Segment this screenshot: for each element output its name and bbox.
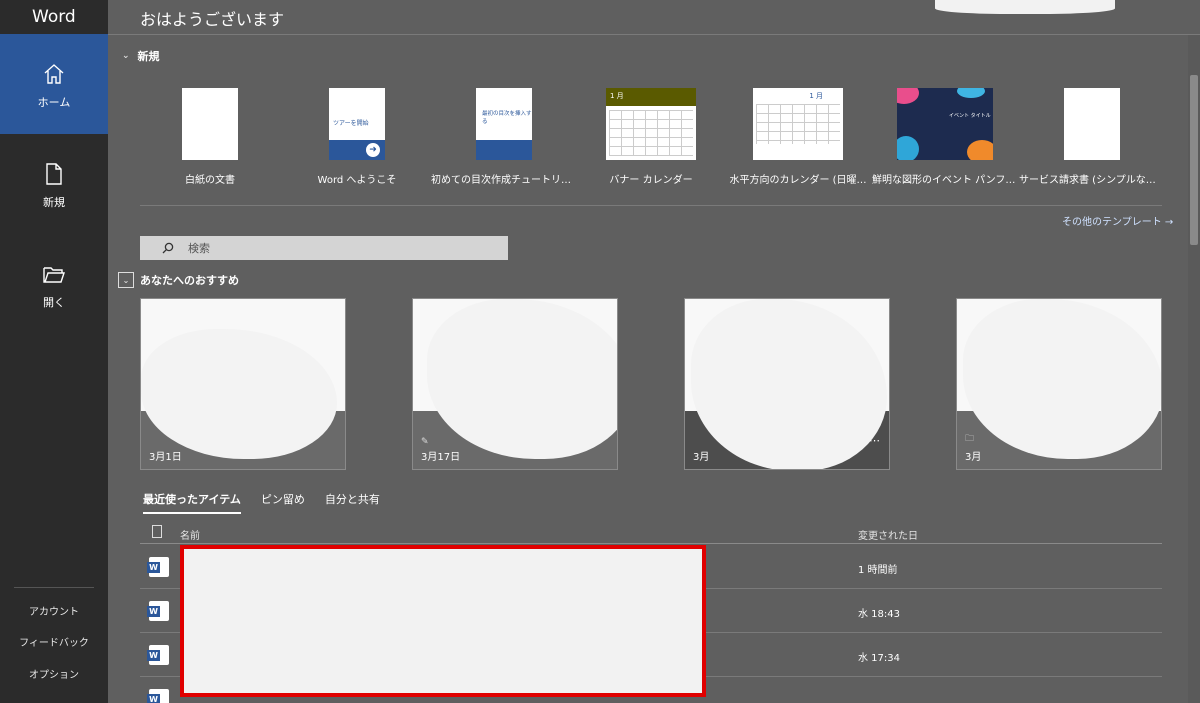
- column-modified[interactable]: 変更された日: [858, 527, 918, 542]
- file-modified: 水 17:34: [858, 653, 900, 664]
- template-label: 白紙の文書: [185, 175, 235, 186]
- template-thumb-text: 1 月: [610, 92, 624, 100]
- card-date: 3月: [693, 452, 710, 463]
- search-icon: [162, 242, 174, 254]
- file-tabs: 最近使ったアイテム ピン留め 自分と共有: [143, 491, 380, 514]
- word-file-icon: W: [147, 601, 169, 621]
- sidebar-divider: [14, 587, 94, 588]
- app-name: Word: [32, 7, 76, 27]
- template-thumbnail: ツアーを開始 ➜: [329, 88, 385, 160]
- card-date: 3月17日: [421, 452, 461, 463]
- template-banner-calendar[interactable]: 1 月 バナー カレンダー: [578, 88, 724, 186]
- redaction-scribble: [427, 299, 617, 459]
- template-service-invoice[interactable]: サービス請求書 (シンプルな線…: [1019, 88, 1165, 186]
- nav-new[interactable]: 新規: [0, 134, 108, 234]
- recommended-card[interactable]: 🗀 3月: [956, 298, 1162, 470]
- redaction-scribble: [190, 561, 672, 575]
- folder-icon: 🗀: [965, 434, 975, 444]
- calendar-grid: [756, 104, 840, 144]
- new-section-title: 新規: [137, 50, 160, 63]
- file-list-header: 名前 変更された日: [140, 520, 1162, 544]
- template-label: バナー カレンダー: [609, 175, 693, 186]
- tab-pinned[interactable]: ピン留め: [261, 491, 305, 514]
- template-thumbnail: 1 月: [606, 88, 696, 160]
- shape-blob: [967, 140, 993, 160]
- template-thumbnail: イベント タイトル: [897, 88, 993, 160]
- feedback-link[interactable]: フィードバック: [0, 634, 108, 649]
- options-link[interactable]: オプション: [0, 666, 108, 681]
- template-thumbnail: [182, 88, 238, 160]
- search-placeholder: 検索: [188, 242, 210, 255]
- template-event-brochure[interactable]: イベント タイトル 鮮明な図形のイベント パンフレ…: [872, 88, 1018, 186]
- recommended-card[interactable]: ✎ 3月17日: [412, 298, 618, 470]
- tab-shared[interactable]: 自分と共有: [325, 491, 380, 514]
- file-modified: 1 時間前: [858, 565, 898, 576]
- folder-open-icon: [43, 267, 65, 283]
- new-document-icon: [46, 163, 62, 185]
- more-options-icon[interactable]: ⋯: [869, 434, 881, 447]
- word-file-icon: W: [147, 689, 169, 703]
- chevron-down-icon: ⌄: [118, 272, 134, 288]
- file-type-icon: [152, 525, 162, 538]
- sidebar: Word ホーム 新規 開く アカウント フィードバック オプション: [0, 0, 108, 703]
- shape-blob: [897, 136, 919, 160]
- recommended-header[interactable]: ⌄ あなたへのおすすめ: [118, 272, 239, 288]
- card-date: 3月1日: [149, 452, 182, 463]
- header-divider: [108, 34, 1200, 35]
- calendar-grid: [609, 110, 693, 156]
- recommended-card[interactable]: ⋯ 3月: [684, 298, 890, 470]
- more-templates-link[interactable]: その他のテンプレート →: [1062, 213, 1173, 228]
- recommended-title: あなたへのおすすめ: [140, 274, 239, 287]
- scrollbar-thumb[interactable]: [1190, 75, 1198, 245]
- template-toc-tutorial[interactable]: 最初の目次を挿入する 初めての目次作成チュートリアル: [431, 88, 577, 186]
- pencil-icon: ✎: [421, 437, 429, 447]
- file-modified: 水 18:43: [858, 609, 900, 620]
- scrollbar[interactable]: [1188, 35, 1200, 703]
- card-date: 3月: [965, 452, 982, 463]
- template-label: 初めての目次作成チュートリアル: [431, 175, 577, 186]
- template-thumb-text: 1 月: [809, 92, 823, 100]
- nav-new-label: 新規: [43, 196, 65, 209]
- arrow-right-icon: ➜: [366, 143, 380, 157]
- search-box[interactable]: 検索: [140, 236, 508, 260]
- redaction-scribble: [935, 0, 1115, 14]
- word-file-icon: W: [147, 645, 169, 665]
- column-name[interactable]: 名前: [180, 527, 200, 542]
- redaction-box: [180, 545, 706, 697]
- template-label: 鮮明な図形のイベント パンフレ…: [872, 175, 1018, 186]
- tab-recent[interactable]: 最近使ったアイテム: [143, 491, 241, 514]
- nav-home-label: ホーム: [37, 96, 71, 109]
- template-horizontal-calendar[interactable]: 1 月 水平方向のカレンダー (日曜…: [725, 88, 871, 186]
- template-thumb-text: 最初の目次を挿入する: [482, 111, 532, 125]
- nav-open-label: 開く: [43, 296, 65, 309]
- template-label: 水平方向のカレンダー (日曜…: [729, 175, 867, 186]
- chevron-down-icon: ⌄: [122, 51, 130, 61]
- template-thumb-band: [476, 140, 532, 160]
- redaction-scribble: [190, 605, 672, 619]
- section-divider: [140, 205, 1162, 206]
- nav-open[interactable]: 開く: [0, 234, 108, 334]
- template-thumb-text: ツアーを開始: [333, 120, 369, 127]
- template-thumbnail: 1 月: [753, 88, 843, 160]
- word-file-icon: W: [147, 557, 169, 577]
- nav-home[interactable]: ホーム: [0, 34, 108, 134]
- template-thumbnail: 最初の目次を挿入する: [476, 88, 532, 160]
- home-icon: [44, 64, 64, 84]
- new-section-header[interactable]: ⌄ 新規: [122, 48, 160, 64]
- recommended-card[interactable]: 3月1日: [140, 298, 346, 470]
- template-thumbnail: [1064, 88, 1120, 160]
- template-welcome[interactable]: ツアーを開始 ➜ Word へようこそ: [284, 88, 430, 186]
- template-label: Word へようこそ: [317, 175, 397, 186]
- template-blank[interactable]: 白紙の文書: [137, 88, 283, 186]
- template-thumb-text: イベント タイトル: [949, 113, 991, 119]
- account-link[interactable]: アカウント: [0, 603, 108, 618]
- page-title: おはようございます: [140, 10, 285, 29]
- template-label: サービス請求書 (シンプルな線…: [1019, 175, 1165, 186]
- redaction-scribble: [190, 649, 672, 663]
